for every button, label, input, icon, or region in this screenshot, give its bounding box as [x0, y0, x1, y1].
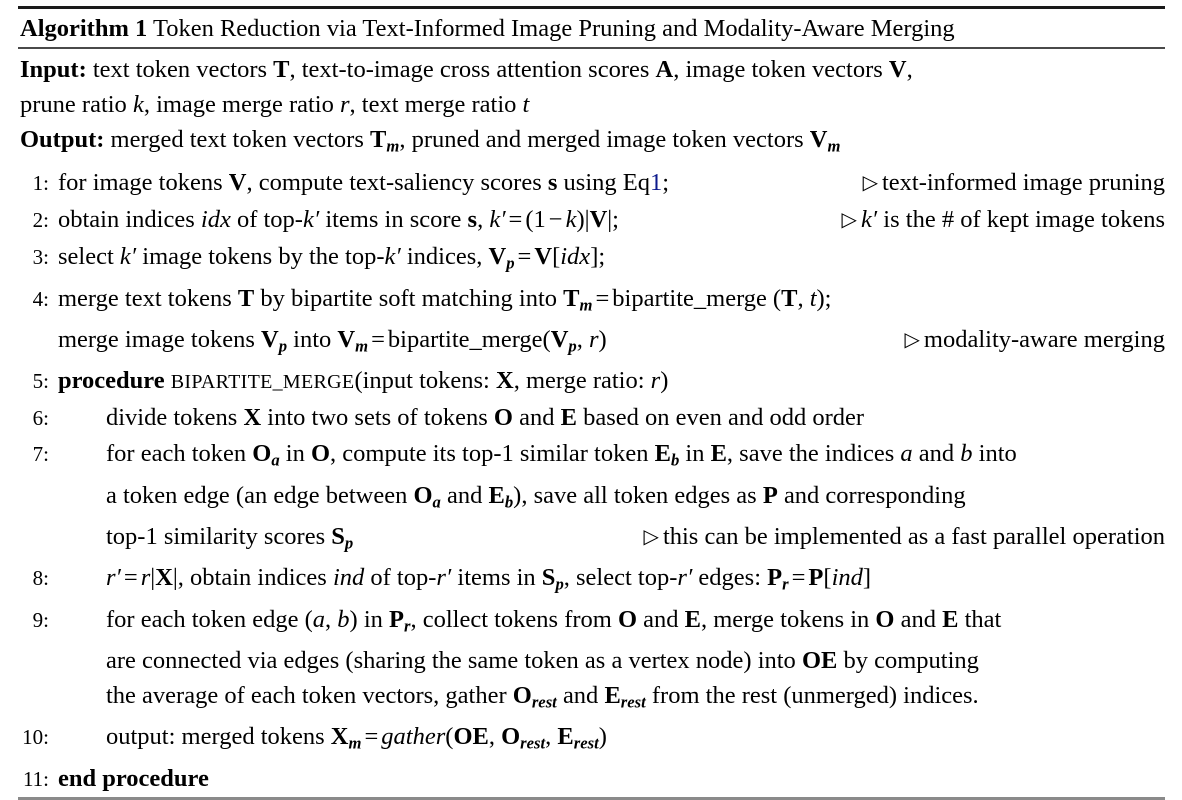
input-label: Input: — [20, 56, 87, 83]
code-line-2: 2: obtain indices idx of top-k′ items in… — [18, 202, 1165, 239]
output-text: merged text token vectors Tm, pruned and… — [110, 126, 841, 156]
line-statement: merge text tokens T by bipartite soft ma… — [58, 284, 832, 314]
line-statement: a token edge (an edge between Oa and Eb)… — [106, 481, 966, 511]
line-number: 4: — [32, 286, 49, 311]
line-number: 11: — [22, 766, 49, 791]
comment-triangle-icon: ▷ — [862, 172, 878, 195]
line-statement: for each token edge (a, b) in Pr, collec… — [106, 605, 1002, 635]
code-line-9-continuation-1: are connected via edges (sharing the sam… — [18, 643, 1165, 678]
comment-triangle-icon: ▷ — [643, 525, 659, 548]
line-statement: output: merged tokens Xm = gather(OE, Ores… — [106, 723, 607, 753]
line-comment: ▷ k′ is the # of kept image tokens — [841, 206, 1165, 234]
input-text-1: text token vectors T, text-to-image cros… — [92, 56, 913, 83]
code-line-7: 7: for each token Oa in O, compute its t… — [18, 436, 1165, 477]
line-statement: merge image tokens Vp into Vm = bipartite_… — [58, 325, 607, 356]
line-number: 1: — [32, 171, 49, 196]
code-line-6: 6: divide tokens X into two sets of toke… — [18, 400, 1165, 436]
output-line: Output: merged text token vectors Tm, pr… — [18, 122, 1165, 163]
line-number: 2: — [32, 208, 49, 233]
line-statement: r′ = r|X|, obtain indices ind of top-r′ it… — [106, 564, 872, 594]
line-statement: procedure BIPARTITE_MERGE(input tokens: … — [58, 367, 669, 395]
code-line-5: 5: procedure BIPARTITE_MERGE(input token… — [18, 363, 1165, 400]
output-label: Output: — [20, 126, 105, 153]
code-line-7-continuation-1: a token edge (an edge between Oa and Eb)… — [18, 478, 1165, 519]
algorithm-caption: Algorithm 1 Token Reduction via Text-Inf… — [18, 9, 1165, 47]
code-line-4-continuation: merge image tokens Vp into Vm = bipartite_… — [18, 322, 1165, 363]
code-line-7-continuation-2: top-1 similarity scores Sp ▷ this can be … — [18, 519, 1165, 560]
line-number: 6: — [32, 406, 49, 431]
line-comment: ▷ this can be implemented as a fast paral… — [643, 522, 1165, 550]
input-text-2: prune ratio k, image merge ratio r, text… — [20, 91, 530, 118]
code-line-8: 8: r′ = r|X|, obtain indices ind of top-r′… — [18, 560, 1165, 601]
line-statement: divide tokens X into two sets of tokens … — [106, 404, 865, 432]
code-line-11: 11: end procedure — [18, 761, 1165, 797]
code-line-9-continuation-2: the average of each token vectors, gathe… — [18, 678, 1165, 719]
comment-triangle-icon: ▷ — [904, 328, 920, 351]
line-statement: select k′ image tokens by the top-k′ ind… — [58, 243, 606, 273]
algorithm-title: Token Reduction via Text-Informed Image … — [152, 15, 955, 42]
line-number: 7: — [32, 442, 49, 467]
line-number: 3: — [32, 245, 49, 270]
line-statement: for image tokens V, compute text-salienc… — [58, 169, 670, 197]
comment-triangle-icon: ▷ — [841, 209, 857, 232]
io-block: Input: text token vectors T, text-to-ima… — [18, 49, 1165, 163]
line-statement: end procedure — [58, 764, 209, 792]
algorithm-label: Algorithm 1 — [20, 15, 148, 42]
line-statement: are connected via edges (sharing the sam… — [106, 646, 979, 674]
line-statement: obtain indices idx of top-k′ items in sc… — [58, 206, 619, 234]
procedure-name: BIPARTITE_MERGE — [170, 371, 355, 394]
code-line-1: 1: for image tokens V, compute text-sali… — [18, 165, 1165, 202]
equation-link[interactable]: 1 — [650, 169, 662, 196]
line-comment: ▷ modality-aware merging — [904, 325, 1165, 353]
line-statement: top-1 similarity scores Sp — [106, 522, 354, 553]
line-statement: for each token Oa in O, compute its top-… — [106, 440, 1017, 470]
line-number: 8: — [32, 566, 49, 591]
code-line-3: 3: select k′ image tokens by the top-k′ … — [18, 239, 1165, 280]
algorithm-body: 1: for image tokens V, compute text-sali… — [18, 163, 1165, 796]
rule-bottom — [18, 796, 1165, 800]
code-line-4: 4: merge text tokens T by bipartite soft… — [18, 281, 1165, 322]
input-line-2: prune ratio k, image merge ratio r, text… — [18, 87, 1165, 122]
code-line-9: 9: for each token edge (a, b) in Pr, col… — [18, 602, 1165, 643]
algorithm-block: Algorithm 1 Token Reduction via Text-Inf… — [18, 6, 1165, 800]
line-number: 5: — [32, 369, 49, 394]
line-comment: ▷ text-informed image pruning — [862, 169, 1165, 197]
input-line-1: Input: text token vectors T, text-to-ima… — [18, 52, 1165, 87]
line-statement: the average of each token vectors, gathe… — [106, 681, 979, 712]
code-line-10: 10: output: merged tokens Xm = gather(OE, … — [18, 719, 1165, 760]
line-number: 9: — [32, 607, 49, 632]
procedure-keyword: procedure — [58, 367, 165, 395]
